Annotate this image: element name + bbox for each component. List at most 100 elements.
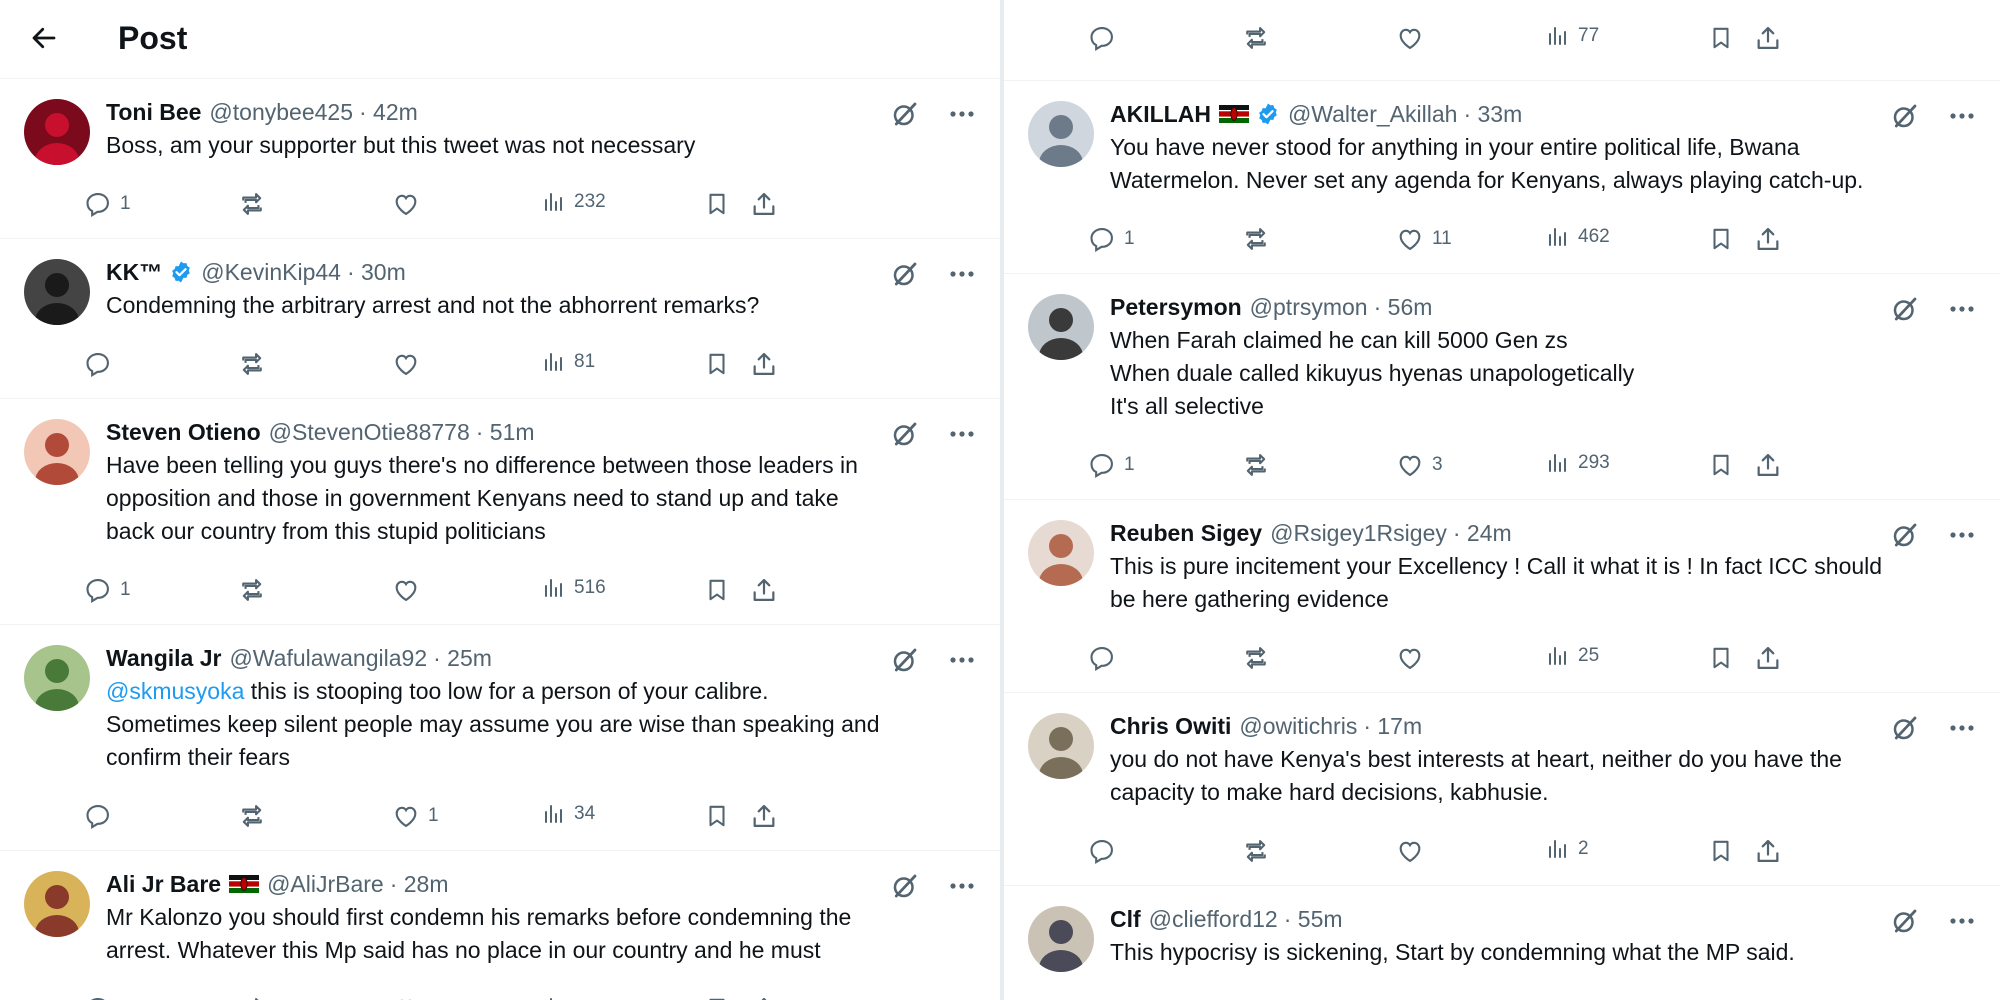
reply-post[interactable]: Petersymon @ptrsymon · 56m When Farah claim… [1004,274,2000,500]
avatar[interactable] [24,99,90,165]
bookmark-button[interactable] [1708,644,1734,672]
grok-icon[interactable] [1890,294,1920,324]
author-handle[interactable]: @Wafulawangila92 [229,643,427,673]
reply-post[interactable]: Clf @cliefford12 · 55m This hypocrisy is si… [1004,886,2000,1000]
retweet-button[interactable] [1241,24,1271,52]
author-name[interactable]: Reuben Sigey [1110,518,1262,548]
reply-button[interactable] [84,350,112,378]
like-button[interactable] [392,576,420,604]
views-button[interactable]: 81 [542,350,595,374]
reply-post[interactable]: Chris Owiti @owitichris · 17m you do not ha… [1004,693,2000,886]
retweet-button[interactable] [1241,451,1271,479]
author-name[interactable]: Wangila Jr [106,643,221,673]
bookmark-button[interactable] [704,576,730,604]
reply-button[interactable] [1088,24,1116,52]
avatar[interactable] [1028,294,1094,360]
retweet-button[interactable] [237,995,267,1000]
post-timestamp[interactable]: · 17m [1363,711,1422,741]
views-button[interactable]: 34 [542,802,595,826]
views-button[interactable]: 232 [542,190,606,214]
author-handle[interactable]: @Rsigey1Rsigey [1270,518,1447,548]
bookmark-button[interactable] [704,995,730,1000]
more-options-icon[interactable] [1948,916,1976,926]
retweet-button[interactable] [237,802,267,830]
mention-link[interactable]: @skmusyoka [106,678,244,704]
like-button[interactable] [392,995,420,1000]
avatar[interactable] [1028,101,1094,167]
grok-icon[interactable] [890,99,920,129]
author-name[interactable]: Ali Jr Bare [106,869,221,899]
author-name[interactable]: Toni Bee [106,97,201,127]
grok-icon[interactable] [890,645,920,675]
share-button[interactable] [750,995,778,1000]
author-handle[interactable]: @Walter_Akillah [1288,99,1458,129]
share-button[interactable] [750,350,778,378]
post-timestamp[interactable]: · 51m [476,417,535,447]
reply-post[interactable]: Ali Jr Bare @AliJrBare · 28m Mr Kalonzo you… [0,851,1000,1000]
post-timestamp[interactable]: · 25m [433,643,492,673]
grok-icon[interactable] [1890,713,1920,743]
reply-post[interactable]: Reuben Sigey @Rsigey1Rsigey · 24m This is p… [1004,500,2000,693]
more-options-icon[interactable] [948,655,976,665]
reply-button[interactable] [1088,644,1116,672]
retweet-button[interactable] [237,350,267,378]
more-options-icon[interactable] [1948,304,1976,314]
bookmark-button[interactable] [704,350,730,378]
reply-button[interactable]: 1 [1088,451,1135,479]
grok-icon[interactable] [1890,101,1920,131]
bookmark-button[interactable] [1708,225,1734,253]
author-handle[interactable]: @ptrsymon [1250,292,1368,322]
grok-icon[interactable] [890,419,920,449]
bookmark-button[interactable] [1708,837,1734,865]
like-button[interactable] [392,190,420,218]
share-button[interactable] [1754,24,1782,52]
author-name[interactable]: Petersymon [1110,292,1242,322]
reply-button[interactable] [84,995,112,1000]
post-timestamp[interactable]: · 33m [1463,99,1522,129]
views-button[interactable]: 2 [1546,837,1589,861]
partial-post[interactable]: 77 [1004,0,2000,81]
share-button[interactable] [1754,644,1782,672]
reply-post[interactable]: Steven Otieno @StevenOtie88778 · 51m Have b… [0,399,1000,625]
more-options-icon[interactable] [1948,111,1976,121]
retweet-button[interactable] [1241,225,1271,253]
author-name[interactable]: Clf [1110,904,1141,934]
post-timestamp[interactable]: · 55m [1284,904,1343,934]
grok-icon[interactable] [890,259,920,289]
views-button[interactable]: 77 [1546,24,1599,48]
grok-icon[interactable] [1890,520,1920,550]
share-button[interactable] [1754,837,1782,865]
author-handle[interactable]: @cliefford12 [1149,904,1278,934]
author-name[interactable]: AKILLAH [1110,99,1211,129]
author-name[interactable]: KK™ [106,257,162,287]
bookmark-button[interactable] [1708,24,1734,52]
like-button[interactable] [392,350,420,378]
post-timestamp[interactable]: · 56m [1374,292,1433,322]
back-arrow-icon[interactable] [24,18,64,58]
grok-icon[interactable] [890,871,920,901]
share-button[interactable] [1754,225,1782,253]
avatar[interactable] [24,871,90,937]
like-button[interactable] [1396,837,1424,865]
author-handle[interactable]: @owitichris [1239,711,1357,741]
avatar[interactable] [1028,520,1094,586]
avatar[interactable] [1028,713,1094,779]
retweet-button[interactable] [1241,644,1271,672]
reply-post[interactable]: Toni Bee @tonybee425 · 42m Boss, am your su… [0,79,1000,239]
author-handle[interactable]: @AliJrBare [267,869,384,899]
views-button[interactable]: 462 [1546,225,1610,249]
share-button[interactable] [750,576,778,604]
bookmark-button[interactable] [704,802,730,830]
reply-post[interactable]: Wangila Jr @Wafulawangila92 · 25m @skmusyok… [0,625,1000,851]
share-button[interactable] [750,190,778,218]
bookmark-button[interactable] [1708,451,1734,479]
avatar[interactable] [1028,906,1094,972]
share-button[interactable] [750,802,778,830]
views-button[interactable]: 25 [1546,644,1599,668]
avatar[interactable] [24,259,90,325]
post-timestamp[interactable]: · 24m [1453,518,1512,548]
avatar[interactable] [24,419,90,485]
reply-post[interactable]: KK™ @KevinKip44 · 30m Condemning the arbitr… [0,239,1000,399]
share-button[interactable] [1754,451,1782,479]
retweet-button[interactable] [237,576,267,604]
